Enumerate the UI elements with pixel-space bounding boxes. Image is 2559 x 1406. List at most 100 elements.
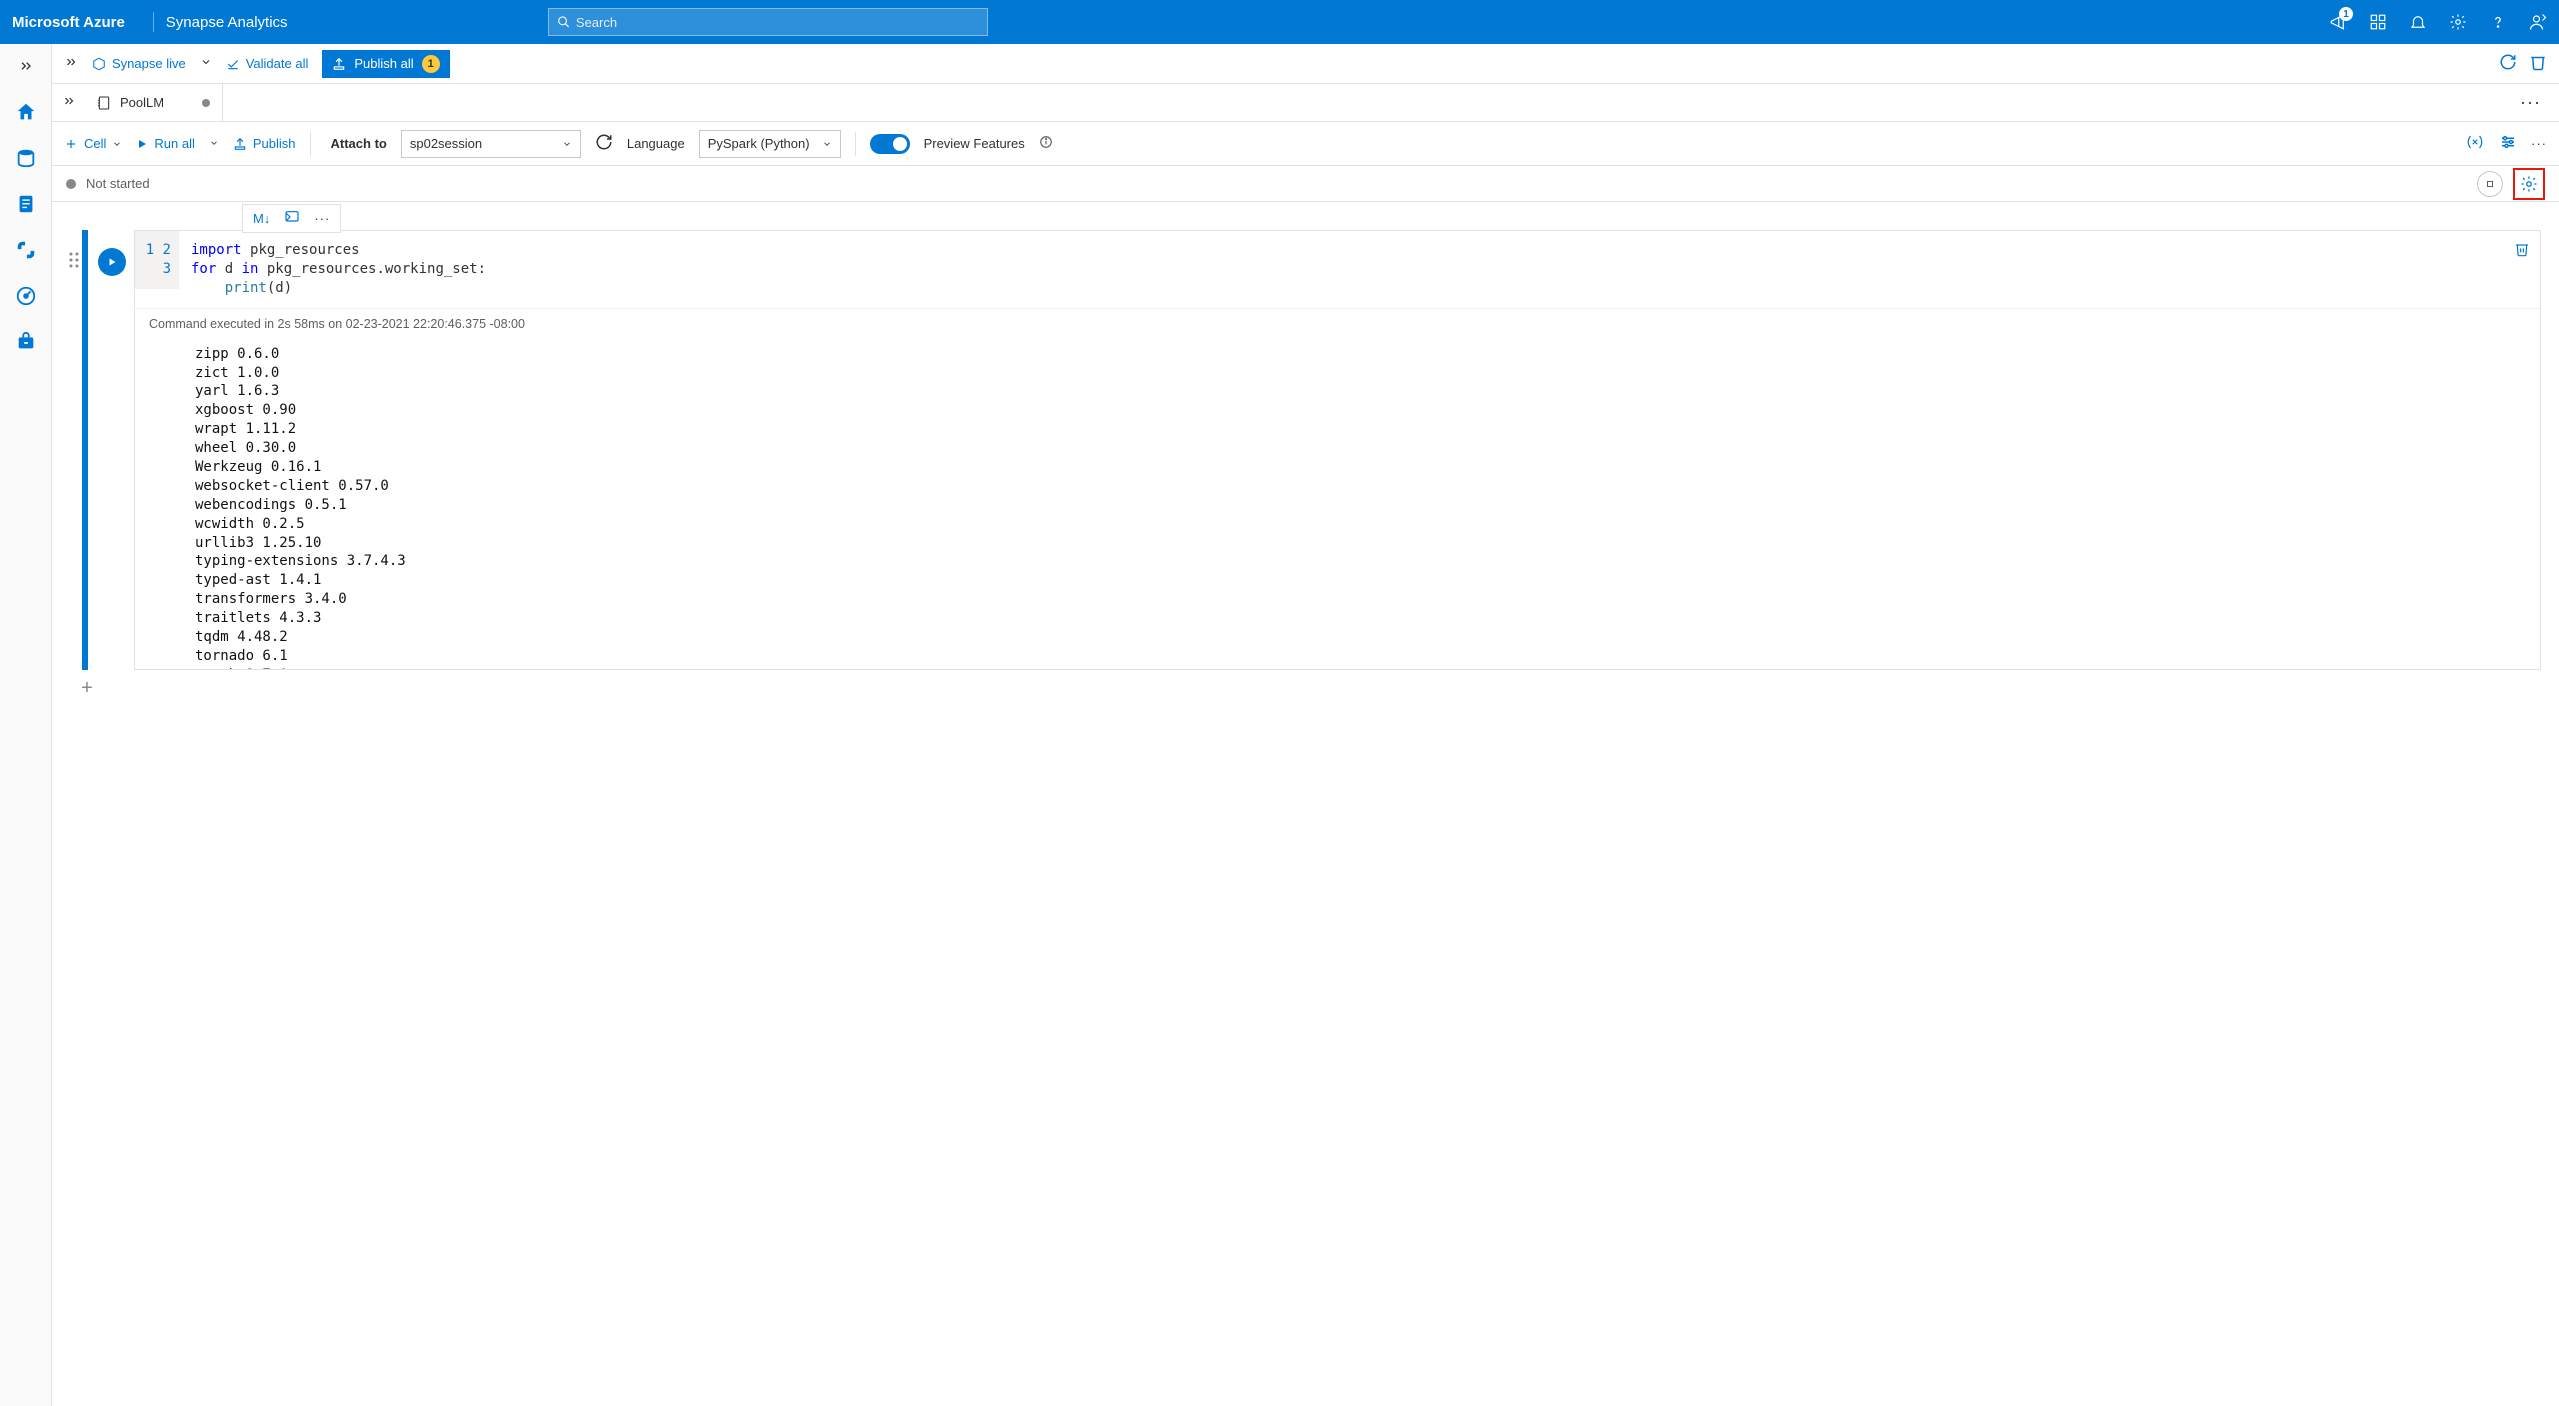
run-all-chevron-icon[interactable] <box>209 136 219 151</box>
plus-icon <box>64 137 78 151</box>
execution-meta: Command executed in 2s 58ms on 02-23-202… <box>135 308 2540 339</box>
preview-features-label: Preview Features <box>924 136 1025 151</box>
info-icon[interactable] <box>1039 135 1053 152</box>
code-kw: import <box>191 242 250 258</box>
main-area: Synapse live Validate all Publish all 1 <box>52 44 2559 1406</box>
nav-home-icon[interactable] <box>14 100 38 124</box>
nav-data-icon[interactable] <box>14 146 38 170</box>
notebook-area: M↓ ··· 1 2 3 impo <box>52 202 2559 1406</box>
notebook-toolbar: Cell Run all Publish Attach to sp02sessi… <box>52 122 2559 166</box>
publish-button[interactable]: Publish <box>233 136 296 151</box>
run-all-label: Run all <box>154 136 194 151</box>
megaphone-badge: 1 <box>2339 7 2353 21</box>
azure-topbar: Microsoft Azure Synapse Analytics 1 <box>0 0 2559 44</box>
notifications-icon[interactable] <box>2409 13 2427 31</box>
configure-icon[interactable] <box>2499 133 2517 154</box>
convert-markdown-button[interactable]: M↓ <box>253 211 270 226</box>
nav-integrate-icon[interactable] <box>14 238 38 262</box>
expand-panel-icon[interactable] <box>64 55 78 72</box>
cell-body: 1 2 3 import pkg_resources for d in pkg_… <box>134 230 2541 670</box>
attach-to-select[interactable]: sp02session <box>401 130 581 158</box>
nav-monitor-icon[interactable] <box>14 284 38 308</box>
tab-bar: PoolLM ··· <box>52 84 2559 122</box>
code-text: d <box>225 261 242 277</box>
publish-all-label: Publish all <box>354 56 413 71</box>
language-label: Language <box>627 136 685 151</box>
code-kw: for <box>191 261 225 277</box>
attach-to-label: Attach to <box>331 136 387 151</box>
play-icon <box>106 256 118 268</box>
topbar-divider <box>153 12 154 32</box>
language-value: PySpark (Python) <box>708 136 810 151</box>
tab-label: PoolLM <box>120 95 164 110</box>
feedback-icon[interactable] <box>2529 13 2547 31</box>
play-icon <box>136 138 148 150</box>
nav-expand-icon[interactable] <box>14 54 38 78</box>
stop-session-button[interactable] <box>2477 171 2503 197</box>
cell-floating-toolbar: M↓ ··· <box>242 204 341 233</box>
toolbar-separator <box>855 132 856 156</box>
directories-icon[interactable] <box>2369 13 2387 31</box>
language-select[interactable]: PySpark (Python) <box>699 130 841 158</box>
status-text: Not started <box>86 176 150 191</box>
app-body: Synapse live Validate all Publish all 1 <box>0 44 2559 1406</box>
collapse-output-icon[interactable] <box>284 209 300 228</box>
session-settings-button[interactable] <box>2513 168 2545 200</box>
nav-develop-icon[interactable] <box>14 192 38 216</box>
refresh-icon[interactable] <box>2499 53 2517 74</box>
code-fn: print <box>225 280 267 296</box>
add-cell-button[interactable]: Cell <box>64 136 122 151</box>
nav-manage-icon[interactable] <box>14 330 38 354</box>
code-text: pkg_resources <box>250 242 360 258</box>
megaphone-icon[interactable]: 1 <box>2329 13 2347 31</box>
cell-drag-handle[interactable] <box>66 230 82 670</box>
cell-label: Cell <box>84 136 106 151</box>
search-icon <box>557 15 570 29</box>
code-kw: in <box>242 261 267 277</box>
preview-features-toggle[interactable] <box>870 134 910 154</box>
publish-all-button[interactable]: Publish all 1 <box>322 50 449 78</box>
code-editor[interactable]: import pkg_resources for d in pkg_resour… <box>179 231 2540 308</box>
search-input[interactable] <box>576 15 979 30</box>
checkmark-icon <box>226 57 240 71</box>
chevron-down-icon <box>112 139 122 149</box>
validate-all-button[interactable]: Validate all <box>226 56 309 71</box>
delete-cell-button[interactable] <box>2514 241 2530 260</box>
validate-all-label: Validate all <box>246 56 309 71</box>
trash-icon <box>2514 241 2530 257</box>
toolbar-separator <box>310 132 311 156</box>
notebook-status-bar: Not started <box>52 166 2559 202</box>
tab-poollm[interactable]: PoolLM <box>84 84 223 121</box>
upload-icon <box>233 137 247 151</box>
variables-icon[interactable] <box>2465 133 2485 154</box>
more-icon[interactable]: ··· <box>2531 136 2547 151</box>
add-cell-below-button[interactable]: + <box>76 678 98 700</box>
cell-output: zipp 0.6.0 zict 1.0.0 yarl 1.6.3 xgboost… <box>135 339 2540 669</box>
code-text: pkg_resources.working_set: <box>267 261 486 277</box>
notebook-cell: 1 2 3 import pkg_resources for d in pkg_… <box>66 230 2541 670</box>
topbar-icons: 1 <box>2329 13 2547 31</box>
run-cell-button[interactable] <box>98 248 126 276</box>
gear-icon <box>2520 175 2538 193</box>
tab-overflow-icon[interactable]: ··· <box>2512 92 2549 113</box>
code-text <box>191 280 225 296</box>
tab-expand-icon[interactable] <box>62 94 76 111</box>
cell-active-indicator <box>82 230 88 670</box>
publish-label: Publish <box>253 136 296 151</box>
run-all-button[interactable]: Run all <box>136 136 194 151</box>
synapse-live-button[interactable]: Synapse live <box>92 56 186 71</box>
settings-icon[interactable] <box>2449 13 2467 31</box>
synapse-live-chevron-icon[interactable] <box>200 56 212 71</box>
command-bar-top: Synapse live Validate all Publish all 1 <box>52 44 2559 84</box>
cell-more-icon[interactable]: ··· <box>314 211 330 226</box>
discard-icon[interactable] <box>2529 53 2547 74</box>
synapse-live-label: Synapse live <box>112 56 186 71</box>
global-search[interactable] <box>548 8 988 36</box>
upload-icon <box>332 57 346 71</box>
session-restart-icon[interactable] <box>595 133 613 154</box>
chevron-down-icon <box>562 139 572 149</box>
service-label: Synapse Analytics <box>166 14 288 31</box>
help-icon[interactable] <box>2489 13 2507 31</box>
brand-label: Microsoft Azure <box>12 14 125 31</box>
attach-to-value: sp02session <box>410 136 482 151</box>
